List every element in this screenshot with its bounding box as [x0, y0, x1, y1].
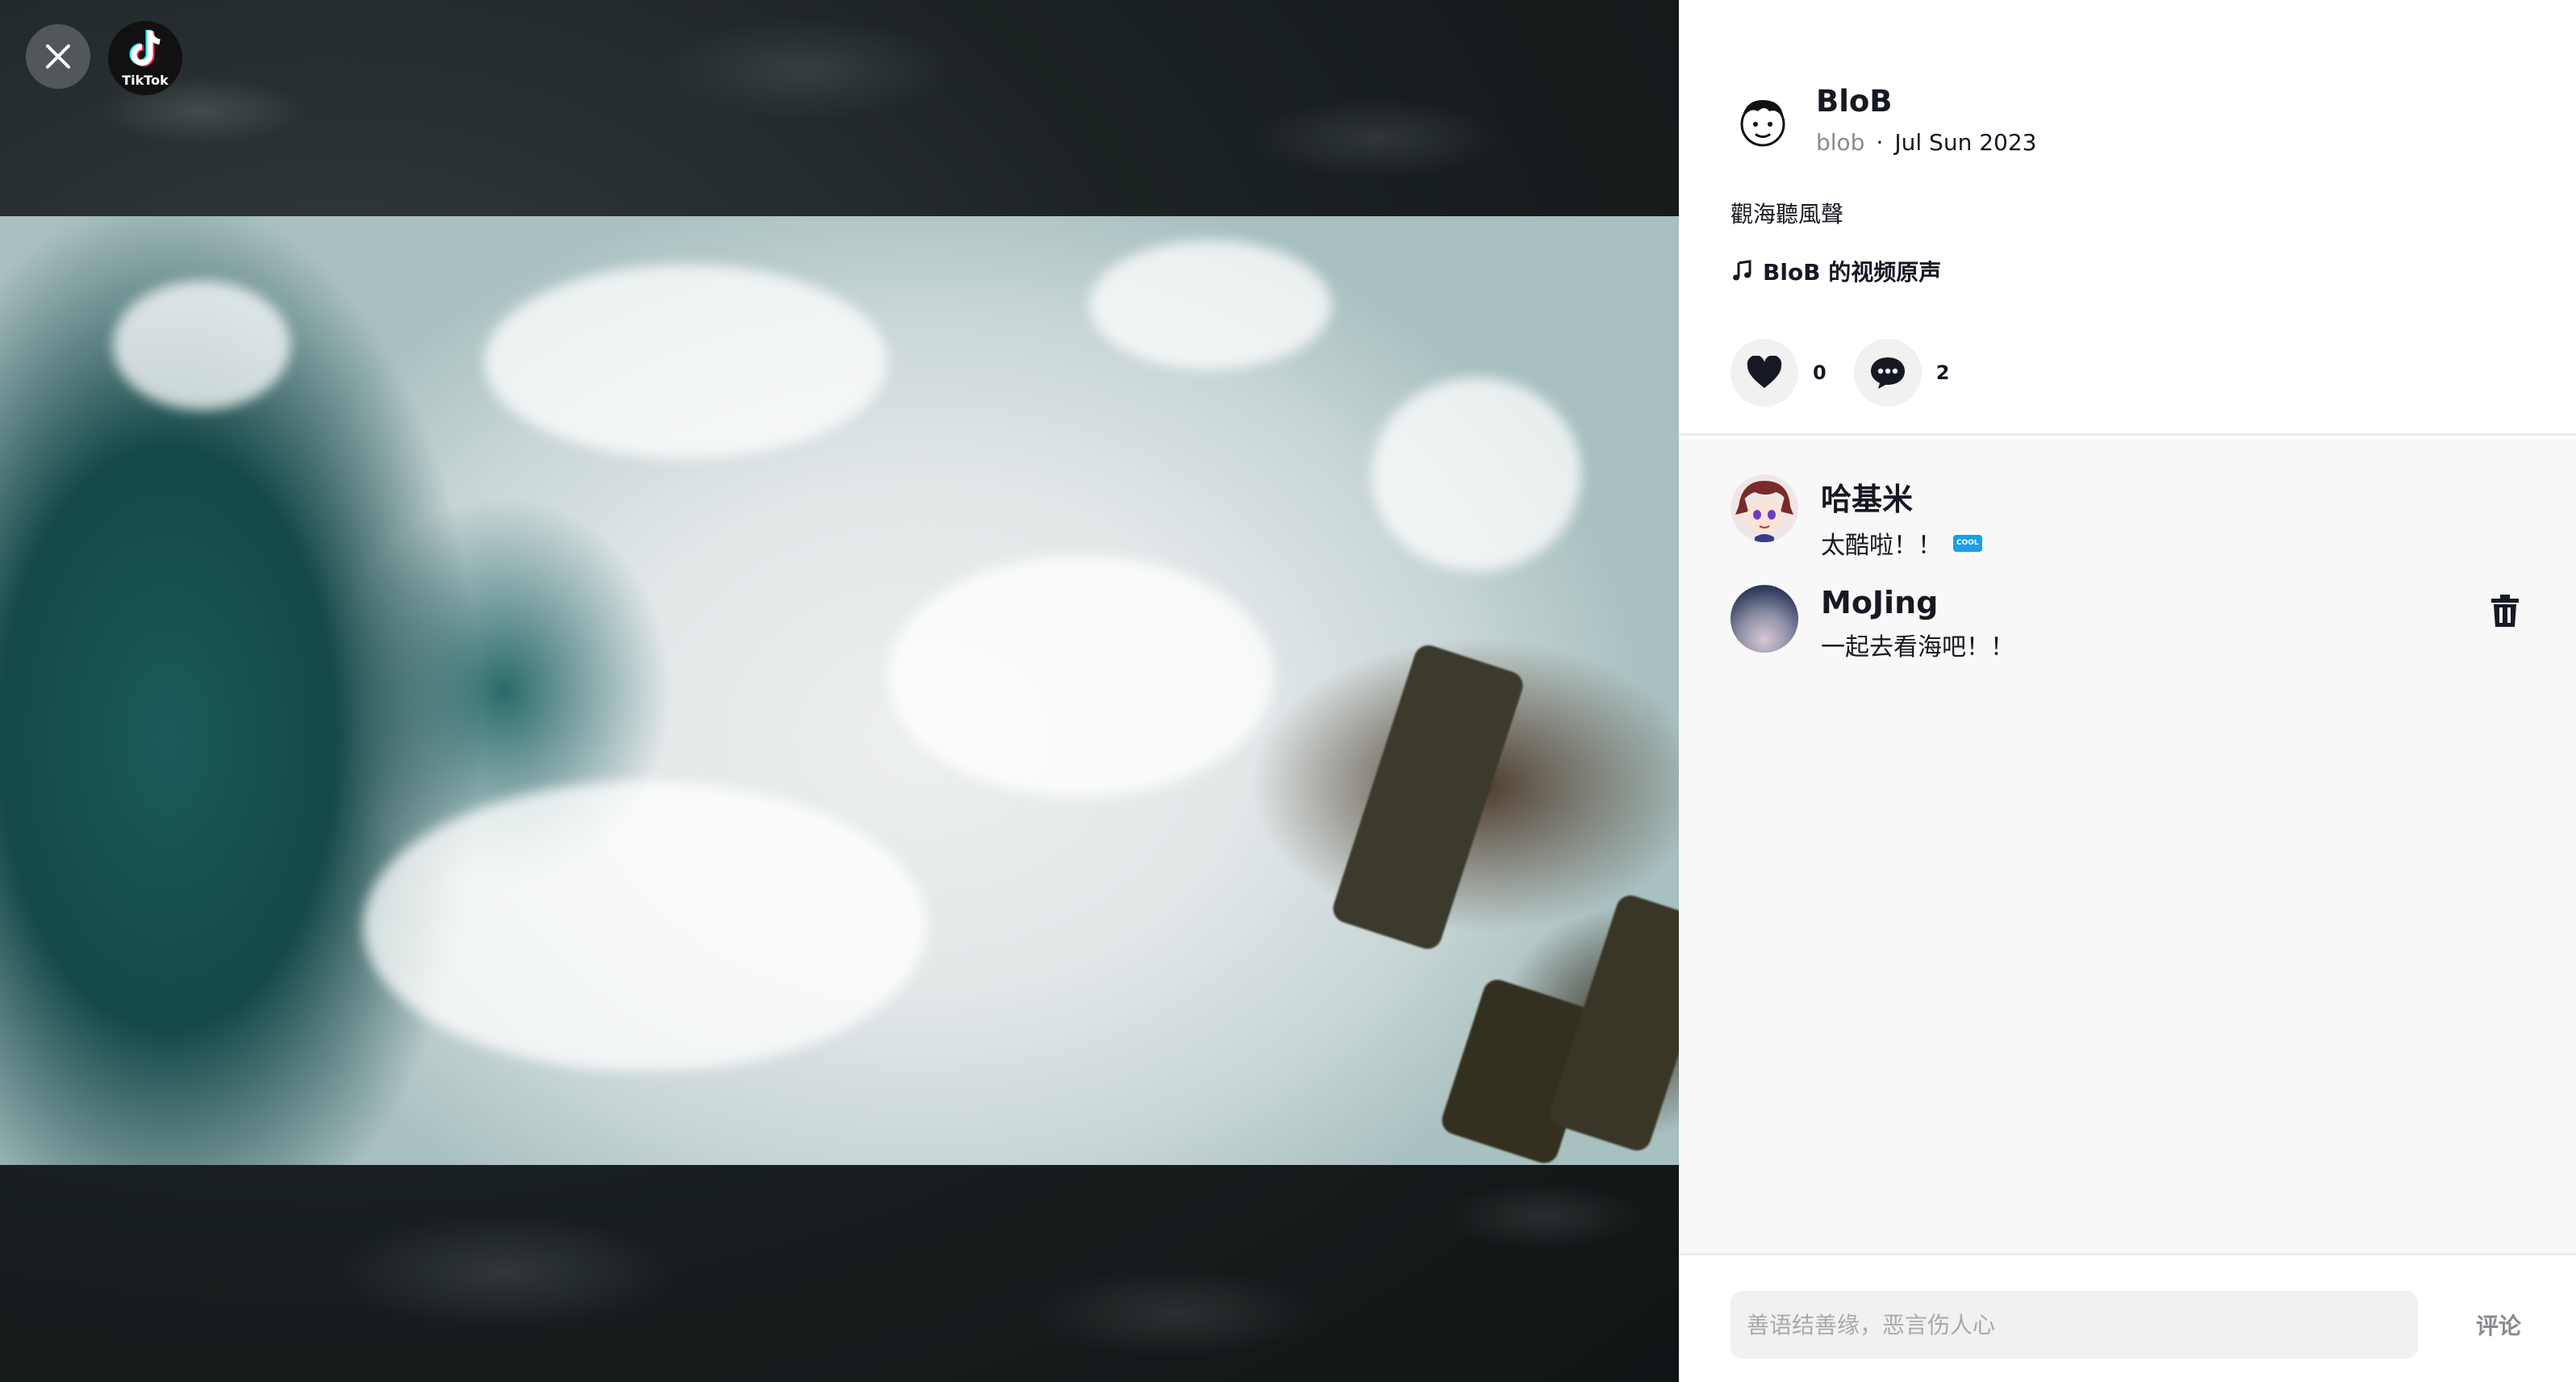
foam-shape	[1089, 240, 1331, 370]
tiktok-wordmark: TikTok	[122, 72, 169, 88]
post-comment-button[interactable]: 评论	[2476, 1291, 2521, 1359]
delete-comment-button[interactable]	[2486, 591, 2524, 630]
rock-shape	[1329, 641, 1527, 953]
video-player[interactable]	[0, 216, 1679, 1165]
author-meta: blob · Jul Sun 2023	[1816, 129, 2036, 156]
close-icon	[46, 44, 70, 69]
comment-text: 一起去看海吧！！	[1821, 633, 2014, 662]
music-title: BloB 的视频原声	[1763, 259, 1942, 286]
author-avatar[interactable]	[1731, 90, 1795, 155]
foam-shape	[1372, 378, 1581, 571]
comment-item: MoJing 一起去看海吧！！	[1731, 585, 2524, 662]
comment-text-row: 一起去看海吧！！	[1821, 627, 2014, 662]
tiktok-logo[interactable]: TikTok	[108, 21, 182, 95]
comment-body: 哈基米 太酷啦！！ COOL	[1821, 474, 1982, 561]
foam-shape	[113, 281, 290, 410]
comment-list: 哈基米 太酷啦！！ COOL MoJing 一起去看海吧！！	[1679, 438, 2576, 1253]
music-note-icon	[1733, 260, 1751, 281]
commenter-name[interactable]: MoJing	[1821, 585, 2014, 620]
music-link[interactable]: BloB 的视频原声	[1731, 255, 1941, 287]
anime-avatar-icon	[1731, 474, 1798, 542]
video-pane: TikTok	[0, 0, 1679, 1382]
heart-icon	[1747, 356, 1782, 388]
cool-sticker: COOL	[1953, 534, 1982, 552]
cartoon-face-icon	[1740, 100, 1785, 147]
foam-shape	[363, 781, 928, 1071]
foam-shape	[887, 555, 1275, 797]
like-button[interactable]	[1731, 339, 1798, 407]
comment-text-row: 太酷啦！！ COOL	[1821, 525, 1982, 561]
post-side-panel: BloB blob · Jul Sun 2023 觀海聽風聲 BloB 的视频原…	[1679, 0, 2576, 1382]
author-handle[interactable]: blob	[1816, 129, 1864, 156]
comment-bubble-icon	[1870, 357, 1905, 389]
comment-button[interactable]	[1853, 339, 1922, 407]
video-letterbox-top	[0, 0, 1679, 216]
commenter-name[interactable]: 哈基米	[1821, 474, 1982, 519]
comment-item: 哈基米 太酷啦！！ COOL	[1731, 474, 2524, 561]
foam-shape	[484, 265, 887, 458]
commenter-avatar[interactable]	[1731, 585, 1798, 653]
comment-composer: 评论	[1679, 1253, 2576, 1382]
post-description: 觀海聽風聲	[1731, 201, 1844, 228]
close-button[interactable]	[26, 24, 90, 89]
comment-count: 2	[1935, 361, 1950, 384]
author-name[interactable]: BloB	[1816, 84, 1893, 119]
trash-icon	[2491, 595, 2519, 627]
post-actions: 0 2	[1731, 339, 1977, 407]
like-count: 0	[1813, 361, 1827, 384]
tiktok-icon	[129, 29, 161, 66]
post-info: BloB blob · Jul Sun 2023 觀海聽風聲 BloB 的视频原…	[1679, 0, 2576, 436]
comment-body: MoJing 一起去看海吧！！	[1821, 585, 2014, 662]
meta-separator: ·	[1876, 129, 1884, 156]
comment-text: 太酷啦！！	[1821, 532, 1942, 560]
comment-input[interactable]	[1731, 1291, 2418, 1359]
video-letterbox-bottom	[0, 1165, 1679, 1382]
commenter-avatar[interactable]	[1731, 474, 1798, 542]
post-date: Jul Sun 2023	[1894, 129, 2037, 156]
